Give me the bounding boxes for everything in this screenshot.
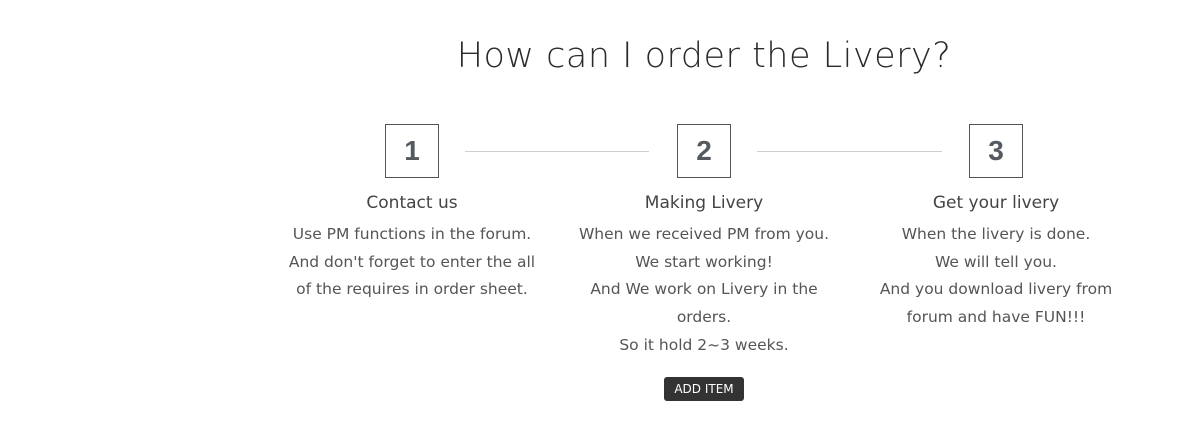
description-line: orders. [676,308,732,327]
step-number-2: 2 [677,124,731,178]
add-item-button[interactable]: ADD ITEM [664,377,744,401]
step-title: Contact us [366,193,458,213]
description-line: We will tell you. [935,252,1057,271]
step-connector-2-3 [757,151,942,152]
description-line: And you download livery from [879,280,1113,299]
page-title: How can I order the Livery? [456,36,952,76]
step-title: Making Livery [644,193,764,213]
step-title: Get your livery [932,193,1060,213]
step-column-1: Contact us Use PM functions in the forum… [277,190,547,304]
step-number-3: 3 [969,124,1023,178]
description-line: And We work on Livery in the [590,280,818,299]
step-column-2: Making Livery When we received PM from y… [569,190,839,360]
step-number-1: 1 [385,124,439,178]
step-description: Use PM functions in the forum. And don't… [277,221,547,304]
description-line: We start working! [635,252,773,271]
step-description: When the livery is done. We will tell yo… [861,221,1131,332]
step-description: When we received PM from you. We start w… [569,221,839,360]
description-line: of the requires in order sheet. [296,280,528,299]
description-line: When the livery is done. [901,225,1091,243]
description-line: forum and have FUN!!! [906,308,1086,327]
description-line: And don't forget to enter the all [288,252,536,271]
description-line: So it hold 2~3 weeks. [619,335,789,354]
description-line: When we received PM from you. [578,225,830,243]
step-column-3: Get your livery When the livery is done.… [861,190,1131,332]
step-connector-1-2 [465,151,649,152]
description-line: Use PM functions in the forum. [292,225,532,243]
